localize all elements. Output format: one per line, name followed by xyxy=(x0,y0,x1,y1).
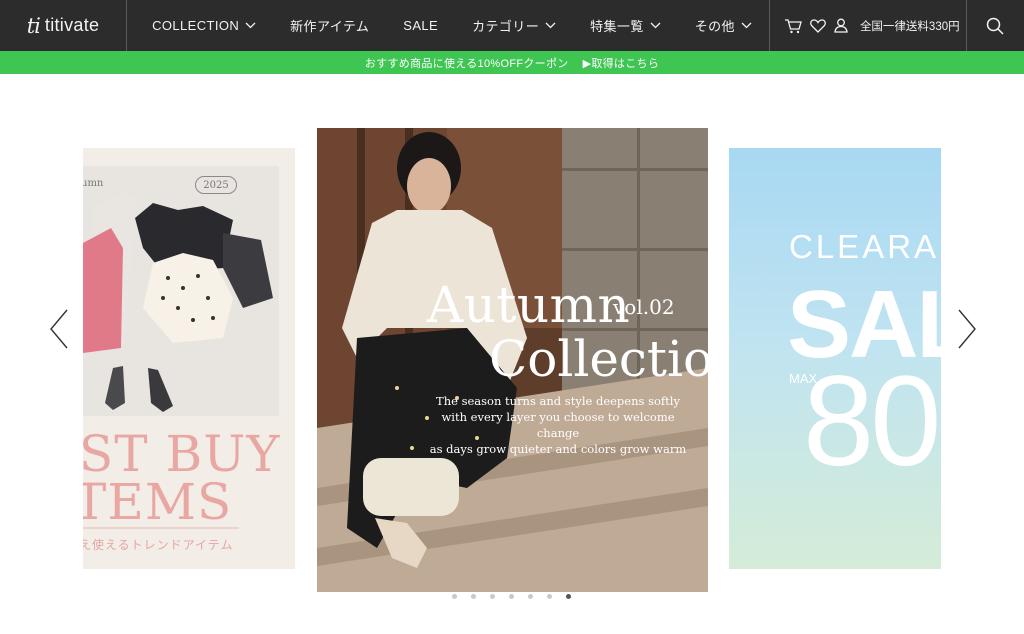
nav-item-category[interactable]: カテゴリー xyxy=(472,16,556,35)
carousel-dot[interactable] xyxy=(509,594,514,599)
logo-mark: ti xyxy=(26,13,41,38)
promo-link[interactable]: ▶取得はこちら xyxy=(583,55,660,71)
slide-clearance-heading: CLEARA xyxy=(789,228,940,265)
nav-item-label: 特集一覧 xyxy=(590,19,644,34)
search-button[interactable] xyxy=(967,0,1024,51)
slide-clearance-sale[interactable]: CLEARA SAL MAX 80 xyxy=(729,148,941,569)
nav-item-label: カテゴリー xyxy=(472,19,540,34)
user-icon[interactable] xyxy=(834,18,848,33)
slide-title-autumn: Autumn xyxy=(427,276,631,334)
slide-title-line2: TEMS xyxy=(83,473,233,531)
slide-body-line: as days grow quieter and colors grow war… xyxy=(429,442,687,456)
nav-item-label: SALE xyxy=(403,18,439,33)
year-badge: 2025 xyxy=(195,176,237,194)
promo-bar[interactable]: おすすめ商品に使える10%OFFクーポン ▶取得はこちら xyxy=(0,51,1024,74)
nav-item-features[interactable]: 特集一覧 xyxy=(590,16,661,35)
logo-text: titivate xyxy=(44,15,100,35)
carousel-dot[interactable] xyxy=(528,594,533,599)
shipping-info: 全国一律送料330円 xyxy=(859,20,960,33)
chevron-down-icon xyxy=(650,22,661,29)
chevron-down-icon xyxy=(545,22,556,29)
slide-autumn-collection[interactable]: Autumn vol.02 Collection The season turn… xyxy=(317,128,708,592)
nav-item-other[interactable]: その他 xyxy=(695,16,752,35)
slide-title-collection: Collection xyxy=(489,330,708,388)
slide-volume: vol.02 xyxy=(613,295,675,319)
carousel-next-arrow[interactable] xyxy=(955,308,979,350)
site-header: ti titivate COLLECTION 新作アイテム SALE カテゴリー… xyxy=(0,0,1024,51)
nav-item-collection[interactable]: COLLECTION xyxy=(152,18,256,33)
chevron-down-icon xyxy=(741,22,752,29)
carousel-dot[interactable] xyxy=(471,594,476,599)
carousel-pagination xyxy=(452,594,585,599)
nav-item-sale[interactable]: SALE xyxy=(403,18,438,33)
nav-item-label: COLLECTION xyxy=(152,18,240,33)
carousel-dot[interactable] xyxy=(452,594,457,599)
slide-body-text: The season turns and style deepens softl… xyxy=(423,393,693,457)
nav-item-label: その他 xyxy=(694,19,735,34)
slide-body-line: with every layer you choose to welcome c… xyxy=(441,410,675,440)
carousel-dot[interactable] xyxy=(566,594,571,599)
slide-max-label: MAX xyxy=(789,371,818,386)
slide-subtitle: え使えるトレンドアイテム xyxy=(83,538,234,552)
chevron-down-icon xyxy=(245,22,256,29)
carousel-dot[interactable] xyxy=(547,594,552,599)
slide-best-buy[interactable]: umn 2025 ST BUY TEMS え使えるトレンドアイテム xyxy=(83,148,295,569)
slide-body-line: The season turns and style deepens softl… xyxy=(436,394,680,408)
cart-icon[interactable] xyxy=(784,18,802,34)
heart-icon[interactable] xyxy=(810,18,826,33)
nav-item-label: 新作アイテム xyxy=(290,19,370,34)
nav-item-new-arrivals[interactable]: 新作アイテム xyxy=(290,16,369,35)
slide-tag: umn xyxy=(83,178,104,189)
slide-discount-number: 80 xyxy=(803,350,941,493)
main-nav: COLLECTION 新作アイテム SALE カテゴリー 特集一覧 その他 xyxy=(127,0,769,51)
promo-text: おすすめ商品に使える10%OFFクーポン xyxy=(364,57,569,70)
search-icon xyxy=(987,17,1004,35)
carousel-dot[interactable] xyxy=(490,594,495,599)
carousel-prev-arrow[interactable] xyxy=(47,308,71,350)
header-tools: 全国一律送料330円 xyxy=(768,0,967,51)
logo[interactable]: ti titivate xyxy=(0,0,128,51)
